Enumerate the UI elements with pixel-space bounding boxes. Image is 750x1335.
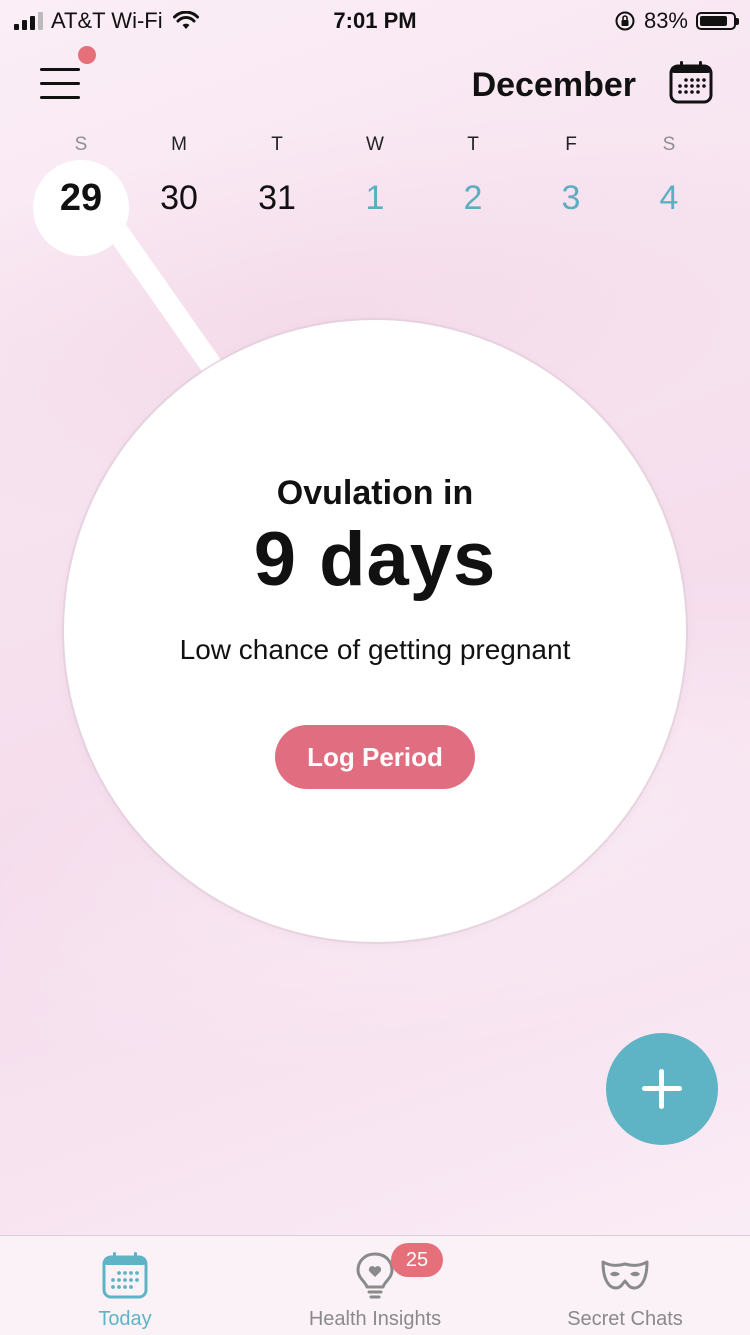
day-cell-mon[interactable]: M 30 [130,132,228,218]
day-cell-thu[interactable]: T 2 [424,132,522,218]
day-number: 4 [659,179,679,217]
day-cell-sat[interactable]: S 4 [620,132,718,218]
calendar-button[interactable] [669,60,713,104]
day-number: 30 [160,179,198,217]
day-cell-tue[interactable]: T 31 [228,132,326,218]
day-letter: T [467,134,479,155]
status-bar: AT&T Wi-Fi 7:01 PM 83% [0,0,750,40]
tab-health-insights[interactable]: 25 Health Insights [250,1236,500,1335]
tab-bar: Today 25 Health Insights Secret Chats [0,1235,750,1335]
day-letter: S [662,134,676,155]
pregnancy-chance-text: Low chance of getting pregnant [179,634,571,665]
insights-count-badge: 25 [391,1243,443,1277]
day-number: 3 [561,179,581,217]
day-letter: W [366,134,384,155]
day-number: 31 [258,179,296,217]
day-letter: T [271,134,283,155]
tab-secret-chats[interactable]: Secret Chats [500,1236,750,1335]
tab-label: Health Insights [308,1308,442,1330]
day-number: 2 [463,179,483,217]
tab-label: Today [98,1308,152,1330]
day-number: 29 [59,177,103,219]
day-letter: S [74,134,88,155]
ovulation-countdown: 9 days [253,517,497,602]
calendar-icon [102,1252,148,1299]
day-letter: F [565,134,577,155]
battery-percent: 83% [643,8,688,33]
add-button[interactable] [606,1033,718,1145]
week-strip: S 29 M 30 T 31 W 1 T 2 F 3 S 4 [32,132,718,218]
day-cell-wed[interactable]: W 1 [326,132,424,218]
log-period-button[interactable]: Log Period [275,725,475,789]
notification-dot [78,46,96,64]
mask-icon [601,1260,649,1290]
day-letter: M [171,134,187,155]
tab-today[interactable]: Today [0,1236,250,1335]
orientation-lock-icon [615,11,635,31]
ovulation-label: Ovulation in [276,474,474,512]
day-cell-fri[interactable]: F 3 [522,132,620,218]
tab-label: Secret Chats [567,1308,683,1330]
cycle-summary-circle: Ovulation in 9 days Low chance of gettin… [64,320,686,942]
calendar-icon [669,61,713,104]
battery-icon [696,12,739,30]
month-title: December [471,66,636,104]
day-number: 1 [365,179,385,217]
menu-button[interactable] [38,62,84,102]
